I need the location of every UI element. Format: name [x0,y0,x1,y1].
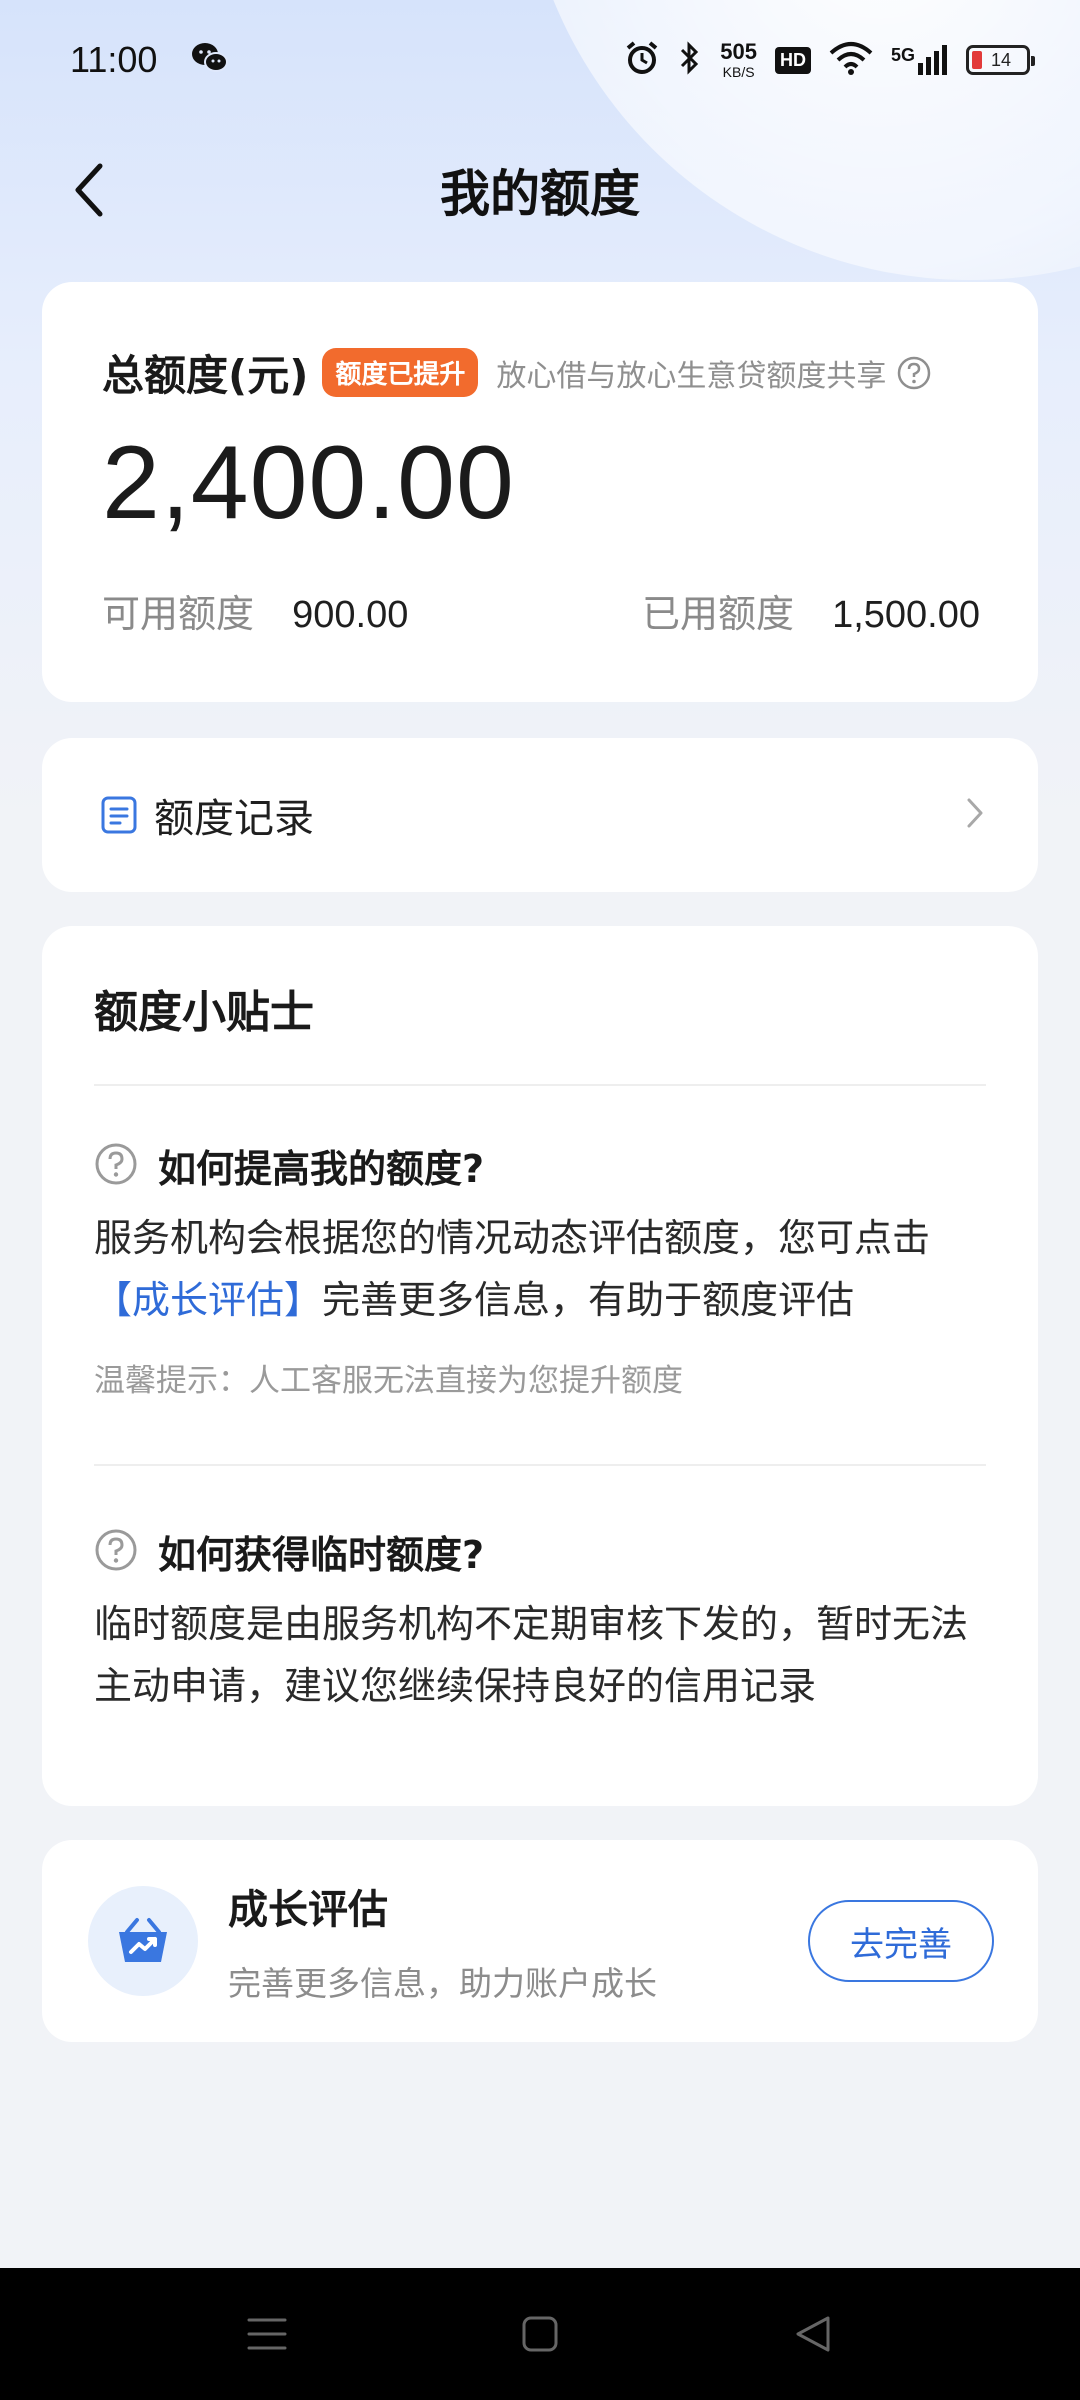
tip-answer-1: 服务机构会根据您的情况动态评估额度，您可点击【成长评估】完善更多信息，有助于额度… [94,1216,931,1322]
credit-record-label: 额度记录 [154,796,314,842]
wechat-icon [191,41,229,79]
document-icon [100,795,138,835]
growth-assessment-link[interactable]: 【成长评估】 [94,1278,322,1322]
available-credit-label: 可用额度 [102,592,255,636]
title-bar: 我的额度 [0,140,1080,240]
credit-record-row[interactable]: 额度记录 [42,738,1038,892]
back-button[interactable] [60,160,120,220]
chevron-right-icon [964,795,986,835]
total-credit-label: 总额度(元) [102,351,309,400]
divider [94,1464,986,1466]
used-credit-value: 1,500.00 [832,594,980,636]
tips-title: 额度小贴士 [94,987,314,1038]
growth-title: 成长评估 [228,1887,388,1933]
home-square-icon [522,2316,558,2352]
hd-badge: HD [774,46,811,74]
bluetooth-icon [678,40,702,81]
status-bar: 11:00 505 KB/S HD 5G 14 [0,0,1080,120]
growth-basket-icon [88,1886,198,1996]
complete-info-button[interactable]: 去完善 [808,1900,994,1982]
menu-icon [247,2318,287,2350]
status-time: 11:00 [70,39,158,80]
growth-subtitle: 完善更多信息，助力账户成长 [228,1964,657,2003]
back-triangle-icon [796,2316,830,2352]
tip-hint: 温馨提示：人工客服无法直接为您提升额度 [94,1363,683,1399]
battery-icon: 14 [966,45,1035,75]
back-nav-button[interactable] [773,2304,853,2364]
home-nav-button[interactable] [500,2304,580,2364]
total-credit-amount: 2,400.00 [102,425,515,541]
divider [94,1084,986,1086]
signal-icon: 5G [891,45,948,75]
credit-breakdown: 可用额度 900.00 已用额度 1,500.00 [102,583,980,638]
available-credit-value: 900.00 [292,594,409,636]
tip-answer-2: 临时额度是由服务机构不定期审核下发的，暂时无法主动申请，建议您继续保持良好的信用… [94,1602,969,1708]
menu-nav-button[interactable] [227,2304,307,2364]
net-speed: 505 KB/S [720,39,757,80]
credit-raised-badge: 额度已提升 [322,348,479,397]
used-credit-label: 已用额度 [641,592,794,636]
share-note: 放心借与放心生意贷额度共享 [496,358,887,394]
question-circle-icon [94,1142,138,1190]
tip-question-1: 如何提高我的额度? [94,1138,986,1193]
wifi-icon [829,41,873,80]
alarm-icon [624,40,660,81]
question-icon[interactable] [896,355,932,391]
page-title: 我的额度 [440,165,640,223]
growth-assessment-card: 成长评估 完善更多信息，助力账户成长 去完善 [42,1840,1038,2042]
question-circle-icon [94,1528,138,1576]
tip-question-2: 如何获得临时额度? [94,1524,986,1579]
total-credit-card: 总额度(元) 额度已提升 放心借与放心生意贷额度共享 2,400.00 可用额度… [42,282,1038,702]
chevron-left-icon [75,163,103,217]
system-nav-bar [0,2268,1080,2400]
credit-tips-card: 额度小贴士 如何提高我的额度? 服务机构会根据您的情况动态评估额度，您可点击【成… [42,926,1038,1806]
